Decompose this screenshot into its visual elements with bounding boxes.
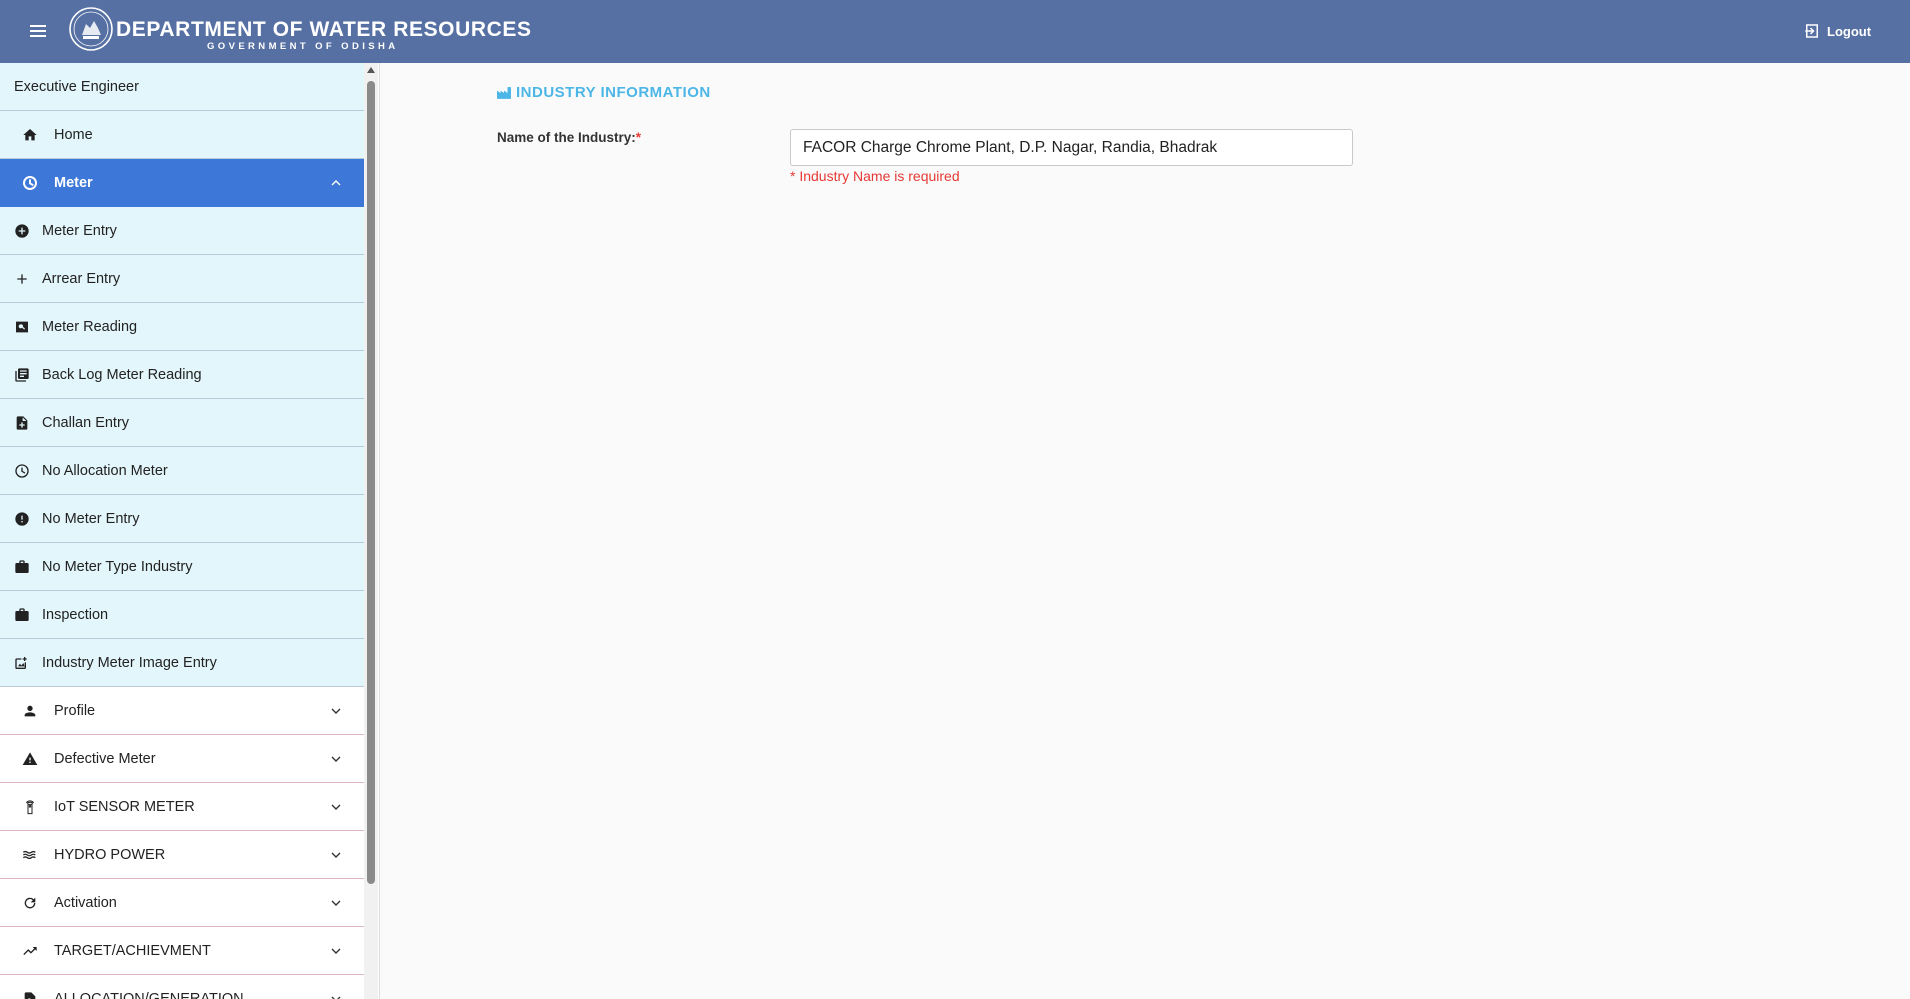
industry-name-error: * Industry Name is required	[790, 168, 960, 184]
chevron-down-icon	[328, 847, 344, 863]
sidebar-item-label: Meter Reading	[42, 318, 138, 335]
sidebar-item-target-achievment[interactable]: TARGET/ACHIEVMENT	[0, 927, 364, 975]
sidebar-item-label: Challan Entry	[42, 414, 130, 431]
section-title: INDUSTRY INFORMATION	[497, 84, 711, 101]
sensor-icon	[22, 799, 38, 815]
chevron-down-icon	[328, 799, 344, 815]
add-circle-icon	[14, 223, 30, 239]
sidebar-item-arrear-entry[interactable]: Arrear Entry	[0, 255, 364, 303]
industry-name-input[interactable]	[790, 129, 1353, 166]
chevron-up-icon	[328, 175, 344, 191]
logout-label: Logout	[1827, 23, 1872, 39]
industry-name-label-text: Name of the Industry:	[497, 130, 636, 145]
image-search-icon	[14, 319, 30, 335]
plus-icon	[14, 271, 30, 287]
home-icon	[22, 127, 38, 143]
sidebar-item-meter-reading[interactable]: Meter Reading	[0, 303, 364, 351]
sidebar-item-defective-meter[interactable]: Defective Meter	[0, 735, 364, 783]
hamburger-menu-icon[interactable]	[26, 22, 50, 42]
odisha-emblem-logo	[69, 7, 113, 51]
sidebar-item-label: No Meter Entry	[42, 510, 140, 527]
sidebar-item-label: Arrear Entry	[42, 270, 121, 287]
sidebar-item-label: No Allocation Meter	[42, 462, 168, 479]
factory-icon	[497, 86, 511, 99]
sidebar-item-home[interactable]: Home	[0, 111, 364, 159]
sidebar: Executive Engineer Home Meter Meter Entr…	[0, 63, 380, 999]
briefcase-icon	[14, 559, 30, 575]
sidebar-item-label: TARGET/ACHIEVMENT	[54, 942, 211, 959]
alert-circle-icon	[14, 511, 30, 527]
sidebar-scrollbar[interactable]	[364, 63, 378, 999]
sidebar-item-label: Industry Meter Image Entry	[42, 654, 217, 671]
waves-icon	[22, 847, 38, 863]
chevron-down-icon	[328, 751, 344, 767]
main-content: INDUSTRY INFORMATION Name of the Industr…	[381, 63, 1910, 999]
chevron-down-icon	[328, 895, 344, 911]
department-title: DEPARTMENT OF WATER RESOURCES	[116, 18, 532, 41]
meter-icon	[14, 463, 30, 479]
search-document-icon	[22, 991, 38, 999]
sidebar-item-back-log-meter-reading[interactable]: Back Log Meter Reading	[0, 351, 364, 399]
sidebar-item-label: Activation	[54, 894, 117, 911]
document-add-icon	[14, 415, 30, 431]
person-icon	[22, 703, 38, 719]
sidebar-item-label: Back Log Meter Reading	[42, 366, 202, 383]
add-photo-icon	[14, 655, 30, 671]
sidebar-item-hydro-power[interactable]: HYDRO POWER	[0, 831, 364, 879]
sidebar-item-label: HYDRO POWER	[54, 846, 166, 863]
sidebar-item-challan-entry[interactable]: Challan Entry	[0, 399, 364, 447]
briefcase-icon	[14, 607, 30, 623]
sidebar-item-inspection[interactable]: Inspection	[0, 591, 364, 639]
sidebar-item-meter[interactable]: Meter	[0, 159, 364, 207]
sidebar-item-no-allocation-meter[interactable]: No Allocation Meter	[0, 447, 364, 495]
sidebar-menu: Executive Engineer Home Meter Meter Entr…	[0, 63, 364, 999]
sidebar-item-activation[interactable]: Activation	[0, 879, 364, 927]
sidebar-item-profile[interactable]: Profile	[0, 687, 364, 735]
sidebar-item-label: Home	[54, 126, 93, 143]
logout-icon	[1805, 24, 1818, 38]
sidebar-item-no-meter-entry[interactable]: No Meter Entry	[0, 495, 364, 543]
library-books-icon	[14, 367, 30, 383]
sidebar-item-allocation-generation[interactable]: ALLOCATION/GENERATION	[0, 975, 364, 999]
refresh-icon	[22, 895, 38, 911]
user-role: Executive Engineer	[0, 63, 364, 111]
section-title-text: INDUSTRY INFORMATION	[516, 84, 711, 101]
top-header: DEPARTMENT OF WATER RESOURCES GOVERNMENT…	[0, 0, 1910, 63]
required-asterisk: *	[635, 130, 642, 145]
sidebar-item-label: ALLOCATION/GENERATION	[54, 990, 244, 999]
sidebar-item-label: No Meter Type Industry	[42, 558, 193, 575]
chevron-down-icon	[328, 991, 344, 999]
sidebar-item-label: Meter	[54, 175, 93, 191]
sidebar-item-label: IoT SENSOR METER	[54, 798, 195, 815]
trending-up-icon	[22, 943, 38, 959]
chevron-down-icon	[328, 703, 344, 719]
sidebar-item-label: Defective Meter	[54, 750, 156, 767]
sidebar-item-label: Meter Entry	[42, 222, 117, 239]
sidebar-item-label: Profile	[54, 702, 96, 719]
industry-name-label: Name of the Industry:*	[497, 130, 641, 145]
scroll-up-arrow-icon[interactable]	[367, 67, 375, 73]
warning-icon	[22, 751, 38, 767]
meter-icon	[22, 175, 38, 191]
chevron-down-icon	[328, 943, 344, 959]
department-subtitle: GOVERNMENT OF ODISHA	[207, 41, 399, 52]
logout-button[interactable]: Logout	[1803, 22, 1871, 40]
sidebar-item-meter-entry[interactable]: Meter Entry	[0, 207, 364, 255]
sidebar-item-no-meter-type-industry[interactable]: No Meter Type Industry	[0, 543, 364, 591]
sidebar-item-industry-meter-image-entry[interactable]: Industry Meter Image Entry	[0, 639, 364, 687]
sidebar-item-label: Inspection	[42, 606, 109, 623]
scrollbar-thumb[interactable]	[367, 81, 375, 884]
sidebar-item-iot-sensor-meter[interactable]: IoT SENSOR METER	[0, 783, 364, 831]
